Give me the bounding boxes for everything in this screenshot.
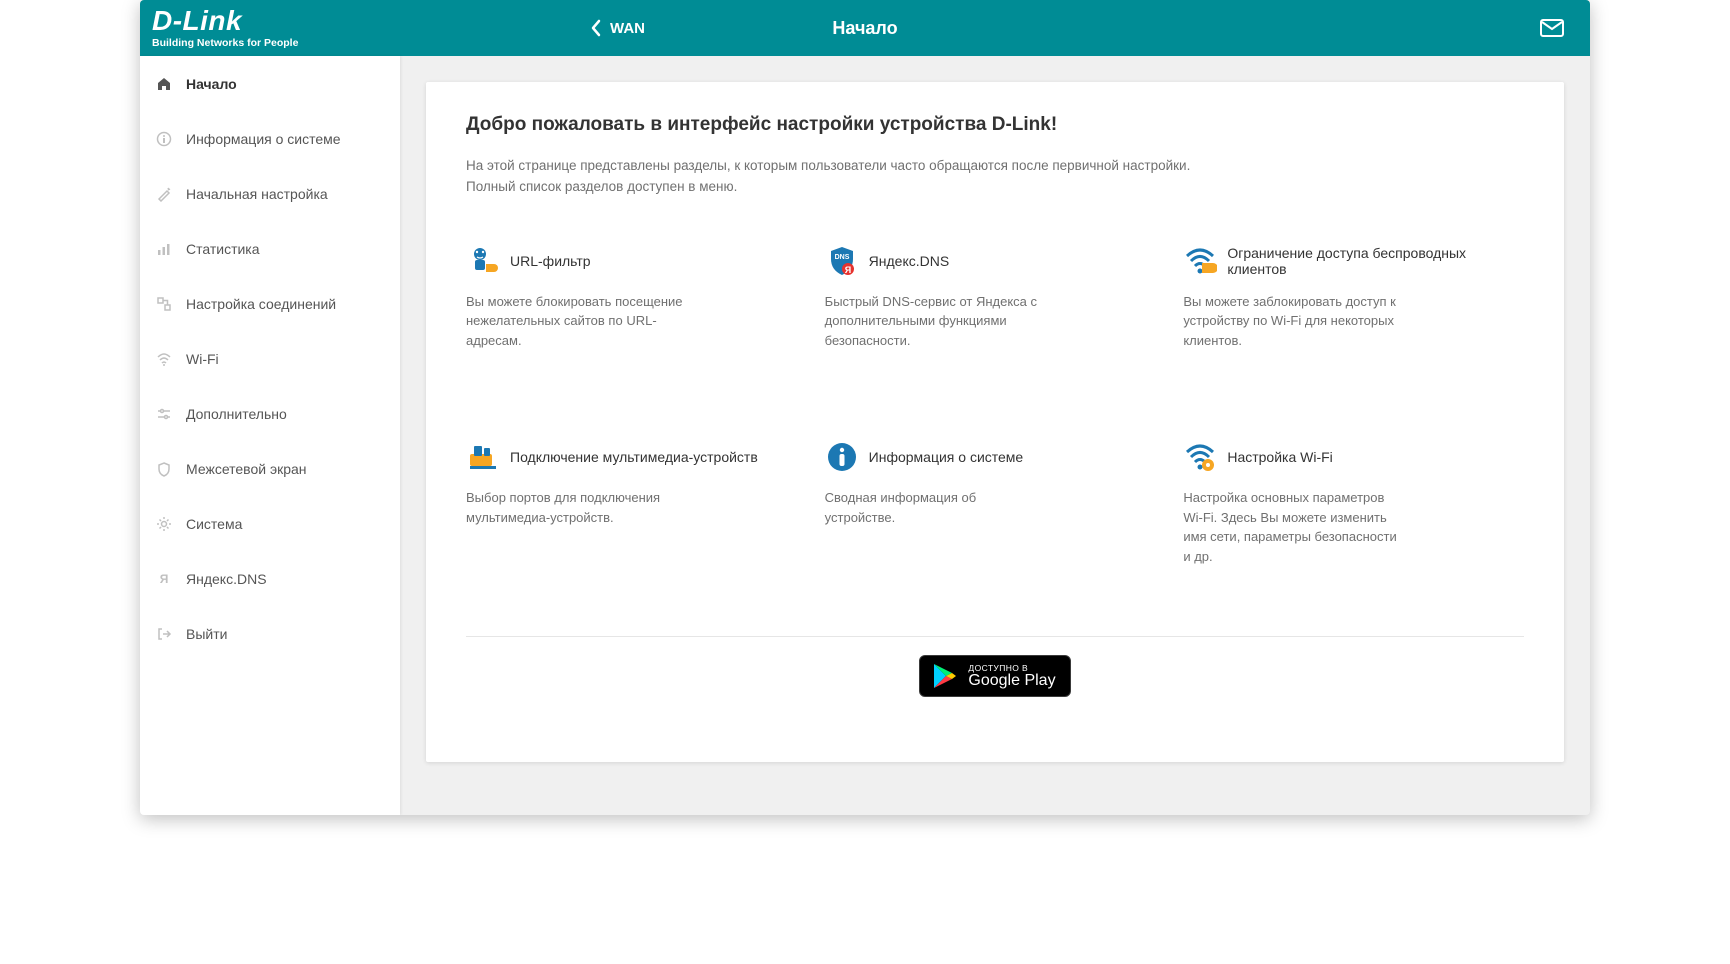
wand-icon [156,186,174,202]
sidebar-item-label: Начальная настройка [186,186,328,202]
sidebar-item-label: Межсетевой экран [186,461,307,477]
header-bar: D-Link Building Networks for People WAN … [140,0,1590,56]
google-play-badge[interactable]: ДОСТУПНО В Google Play [919,655,1070,697]
sidebar-item-system[interactable]: Система [140,496,400,551]
welcome-card: Добро пожаловать в интерфейс настройки у… [426,82,1564,762]
logo: D-Link Building Networks for People [140,7,400,49]
wifi-gear-icon [1183,440,1217,474]
sidebar-item-wifi[interactable]: Wi-Fi [140,331,400,386]
back-button[interactable]: WAN [590,19,645,37]
sidebar-item-advanced[interactable]: Дополнительно [140,386,400,441]
mail-icon [1540,19,1564,37]
sidebar-item-label: Яндекс.DNS [186,571,267,587]
content-area: Добро пожаловать в интерфейс настройки у… [400,56,1590,815]
tile-desc: Сводная информация об устройстве. [825,488,1045,527]
yandex-icon: Я [156,571,174,587]
sidebar-item-logout[interactable]: Выйти [140,606,400,661]
tile-yandex-dns[interactable]: DNS Я Яндекс.DNS Быстрый DNS-сервис от Ян… [825,244,1166,351]
welcome-text: На этой странице представлены разделы, к… [466,156,1236,198]
gear-icon [156,516,174,532]
tile-title: URL-фильтр [510,253,591,269]
tiles-grid: URL-фильтр Вы можете блокировать посещен… [466,244,1524,567]
back-label: WAN [610,20,645,37]
sidebar-item-label: Статистика [186,241,260,257]
dns-shield-icon: DNS Я [825,244,859,278]
tile-wifi-setup[interactable]: Настройка Wi-Fi Настройка основных парам… [1183,440,1524,566]
tile-title: Яндекс.DNS [869,253,950,269]
tile-title: Подключение мультимедиа-устройств [510,449,758,465]
sidebar-item-label: Дополнительно [186,406,287,422]
divider [466,636,1524,637]
welcome-title: Добро пожаловать в интерфейс настройки у… [466,114,1524,136]
svg-text:DNS: DNS [834,254,849,261]
sidebar-item-yandex-dns[interactable]: Я Яндекс.DNS [140,551,400,606]
multimedia-icon [466,440,500,474]
app-window: D-Link Building Networks for People WAN … [140,0,1590,815]
sidebar-item-label: Настройка соединений [186,296,336,312]
sidebar-item-sysinfo[interactable]: Информация о системе [140,111,400,166]
shield-icon [156,461,174,477]
sidebar-item-label: Система [186,516,242,532]
info-circle-icon [825,440,859,474]
info-icon [156,131,174,147]
sidebar-item-label: Wi-Fi [186,351,219,367]
tile-title: Ограничение доступа беспроводных клиенто… [1227,245,1524,277]
wifi-shield-icon [1183,244,1217,278]
store-name: Google Play [968,673,1055,689]
tile-wifi-restriction[interactable]: Ограничение доступа беспроводных клиенто… [1183,244,1524,351]
tile-desc: Быстрый DNS-сервис от Яндекса с дополнит… [825,292,1045,351]
chevron-left-icon [590,19,602,37]
tile-title: Настройка Wi-Fi [1227,449,1332,465]
sidebar-item-label: Информация о системе [186,131,341,147]
tile-desc: Вы можете заблокировать доступ к устройс… [1183,292,1403,351]
store-row: ДОСТУПНО В Google Play [466,655,1524,697]
tile-sysinfo[interactable]: Информация о системе Сводная информация … [825,440,1166,566]
connections-icon [156,296,174,312]
svg-text:Я: Я [844,265,850,275]
tile-multimedia[interactable]: Подключение мультимедиа-устройств Выбор … [466,440,807,566]
brand-tagline: Building Networks for People [152,37,400,49]
tile-desc: Выбор портов для подключения мультимедиа… [466,488,686,527]
chart-icon [156,241,174,257]
sidebar-item-home[interactable]: Начало [140,56,400,111]
sidebar-item-statistics[interactable]: Статистика [140,221,400,276]
url-filter-icon [466,244,500,278]
google-play-text: ДОСТУПНО В Google Play [968,663,1055,689]
sidebar-item-connections[interactable]: Настройка соединений [140,276,400,331]
home-icon [156,76,174,92]
google-play-icon [932,662,958,690]
logout-icon [156,626,174,642]
tile-desc: Настройка основных параметров Wi-Fi. Зде… [1183,488,1403,566]
sidebar-item-initial-setup[interactable]: Начальная настройка [140,166,400,221]
mail-button[interactable] [1540,19,1564,37]
tile-desc: Вы можете блокировать посещение нежелате… [466,292,686,351]
sidebar: Начало Информация о системе Начальная на… [140,56,400,815]
sidebar-item-label: Начало [186,76,237,92]
tile-url-filter[interactable]: URL-фильтр Вы можете блокировать посещен… [466,244,807,351]
sidebar-item-firewall[interactable]: Межсетевой экран [140,441,400,496]
svg-text:Я: Я [160,572,169,586]
tile-title: Информация о системе [869,449,1024,465]
sidebar-item-label: Выйти [186,626,227,642]
wifi-icon [156,351,174,367]
brand-name: D-Link [152,7,400,35]
advanced-icon [156,406,174,422]
